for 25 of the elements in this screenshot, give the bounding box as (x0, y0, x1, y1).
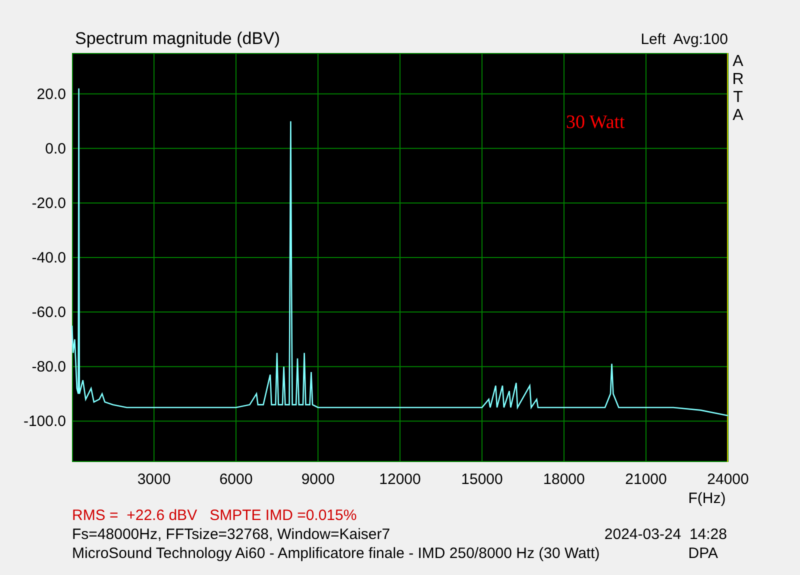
measurement-description: MicroSound Technology Ai60 - Amplificatore finale - IMD 250/8000 Hz (30 Watt) (72, 544, 600, 563)
x-tick-label: 24000 (707, 471, 749, 488)
analyzer-settings: Fs=48000Hz, FFTsize=32768, Window=Kaiser7 (72, 525, 390, 544)
y-tick-label: 0.0 (45, 140, 66, 158)
x-tick-label: 9000 (301, 471, 335, 488)
x-tick-label: 12000 (379, 471, 421, 488)
timestamp: 2024-03-24 14:28 (604, 525, 727, 544)
y-tick-label: -60.0 (32, 304, 66, 322)
x-tick-label: 3000 (137, 471, 171, 488)
y-tick-label: -20.0 (32, 194, 66, 212)
axis-label: F(Hz) (688, 490, 726, 506)
y-tick-label: -40.0 (32, 250, 66, 266)
x-tick-label: 18000 (543, 471, 585, 488)
chart-title: Spectrum magnitude (dBV) (75, 29, 280, 48)
channel-info: Left Avg:100 (640, 31, 728, 48)
x-tick-label: 15000 (461, 471, 503, 488)
y-tick-label: -100.0 (23, 413, 66, 430)
tag-label: DPA (688, 544, 718, 563)
x-tick-label: 21000 (625, 471, 667, 488)
side-label: ARTA (732, 53, 744, 124)
y-tick-label: 20.0 (36, 86, 66, 103)
annotation-text: 30 Watt (566, 112, 625, 133)
x-tick-label: 6000 (219, 471, 253, 488)
measurement-readout: RMS = +22.6 dBV SMPTE IMD =0.015% (72, 506, 357, 525)
y-tick-label: -80.0 (32, 358, 66, 376)
